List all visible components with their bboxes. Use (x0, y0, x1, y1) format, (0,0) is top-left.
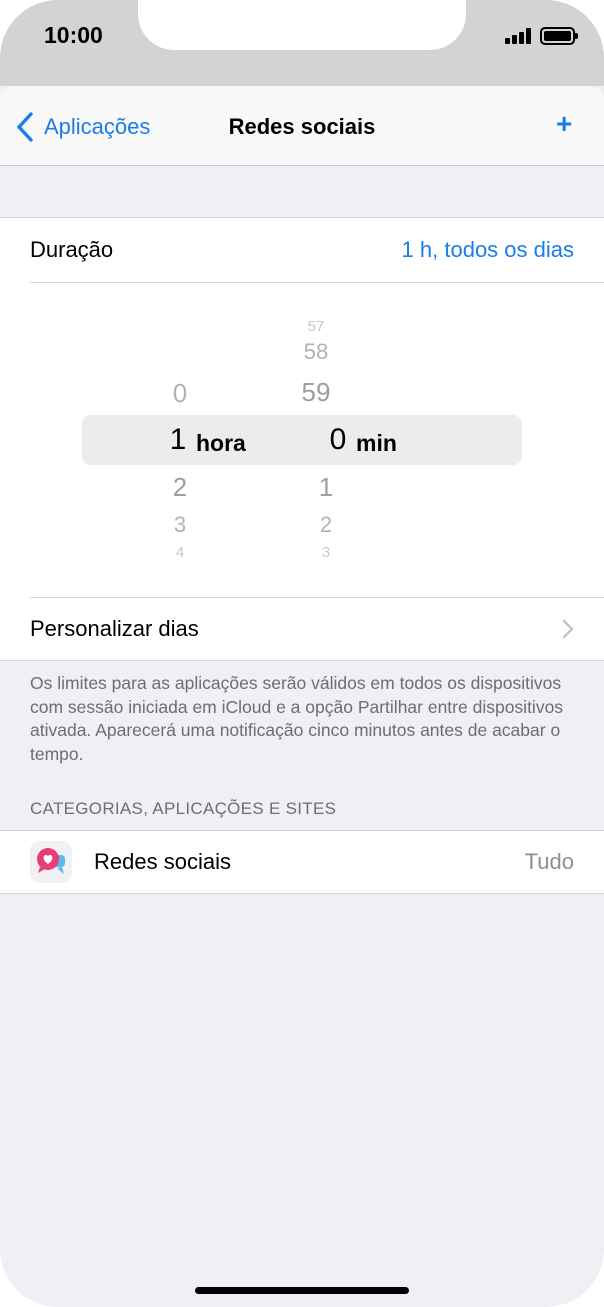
customize-days-row[interactable]: Personalizar dias (30, 597, 604, 661)
add-button[interactable]: + (556, 108, 572, 140)
battery-full-icon (540, 27, 578, 45)
minute-option[interactable]: 2 (306, 512, 346, 538)
hour-option[interactable]: 4 (160, 544, 200, 561)
hour-selected[interactable]: 1 (158, 423, 198, 457)
category-label: Redes sociais (94, 849, 231, 874)
cellular-signal-icon (505, 28, 533, 44)
minute-option[interactable]: 58 (292, 339, 340, 365)
duration-label: Duração (30, 237, 114, 262)
minute-option[interactable]: 3 (306, 544, 346, 561)
time-picker[interactable]: 0 1 hora 2 3 4 57 58 59 0 min 1 2 3 (0, 282, 604, 597)
minute-selected[interactable]: 0 (318, 423, 358, 457)
footnote-text: Os limites para as aplicações serão váli… (30, 673, 564, 764)
home-indicator[interactable] (195, 1287, 409, 1294)
minute-option[interactable]: 59 (292, 377, 340, 408)
notch (138, 0, 466, 50)
minute-option[interactable]: 57 (292, 318, 340, 335)
page-title: Redes sociais (228, 114, 376, 139)
category-value: Tudo (524, 849, 574, 874)
duration-value[interactable]: 1 h, todos os dias (402, 237, 574, 263)
hour-option[interactable]: 2 (160, 472, 200, 503)
status-bar: 10:00 (0, 0, 604, 86)
duration-group: Duração 1 h, todos os dias 0 1 hora 2 3 … (0, 217, 604, 661)
minute-option[interactable]: 1 (306, 472, 346, 503)
phone-screen: 10:00 Aplicações Redes sociais + Duração… (0, 0, 604, 1307)
chevron-right-icon (562, 619, 574, 639)
picker-selection-highlight (82, 415, 522, 465)
minute-unit-label: min (356, 430, 397, 456)
status-time: 10:00 (44, 22, 103, 48)
categories-group: Redes sociais Tudo (0, 830, 604, 894)
navigation-bar: Aplicações Redes sociais + (0, 86, 604, 166)
social-chat-bubbles-icon (30, 841, 72, 883)
customize-days-label: Personalizar dias (30, 616, 199, 641)
hour-option[interactable]: 3 (160, 512, 200, 538)
duration-row[interactable]: Duração 1 h, todos os dias (30, 218, 604, 282)
hour-unit-label: hora (196, 430, 246, 456)
category-row[interactable]: Redes sociais Tudo (0, 831, 604, 893)
hour-option[interactable]: 0 (160, 378, 200, 409)
section-header-categories: CATEGORIAS, APLICAÇÕES E SITES (30, 799, 337, 818)
